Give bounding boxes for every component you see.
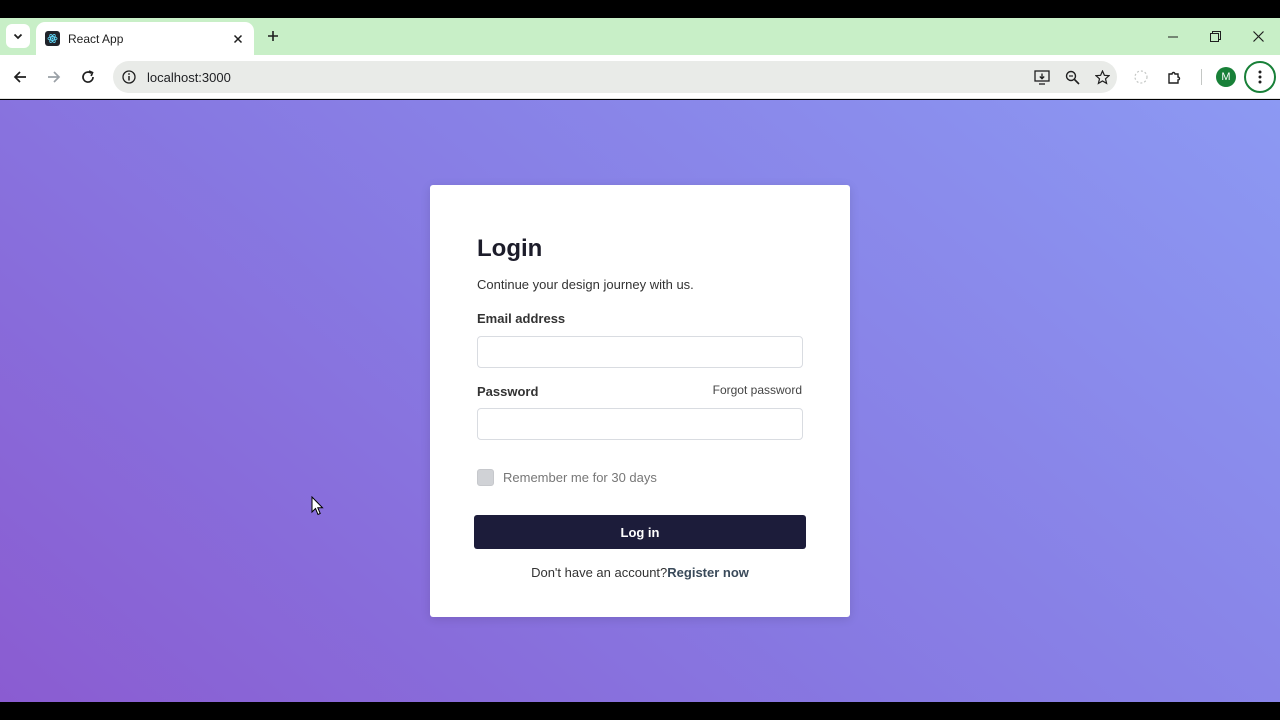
password-label: Password [477, 384, 539, 399]
window-controls [1151, 18, 1280, 55]
back-button[interactable] [6, 63, 34, 91]
browser-toolbar: localhost:3000 M [0, 55, 1280, 99]
reload-icon [82, 70, 94, 83]
restore-button[interactable] [1194, 18, 1237, 55]
forgot-password-link[interactable]: Forgot password [713, 383, 802, 397]
address-bar[interactable]: localhost:3000 [113, 61, 1117, 93]
new-tab-button[interactable] [262, 25, 284, 47]
kebab-menu-icon [1258, 70, 1262, 84]
install-app-icon[interactable] [1027, 62, 1057, 92]
browser-menu-button[interactable] [1244, 61, 1276, 93]
login-subtitle: Continue your design journey with us. [477, 277, 694, 292]
remember-me-row: Remember me for 30 days [477, 469, 657, 486]
register-prompt-text: Don't have an account? [531, 565, 668, 580]
close-icon [233, 34, 243, 43]
toolbar-separator [1201, 69, 1202, 85]
tab-title: React App [68, 31, 124, 46]
tab-close-button[interactable] [230, 31, 246, 47]
email-field[interactable] [477, 336, 803, 368]
url-text[interactable]: localhost:3000 [147, 70, 1027, 85]
tab-search-button[interactable] [6, 24, 30, 48]
bookmark-star-icon[interactable] [1087, 62, 1117, 92]
close-icon [1253, 31, 1264, 42]
arrow-left-icon [13, 71, 26, 83]
mouse-cursor-icon [311, 496, 324, 516]
top-letterbox [0, 0, 1280, 18]
react-favicon-icon [45, 31, 60, 46]
remember-me-checkbox[interactable] [477, 469, 494, 486]
chevron-down-icon [13, 33, 23, 40]
reload-button[interactable] [74, 63, 102, 91]
forward-button[interactable] [40, 63, 68, 91]
minimize-icon [1167, 36, 1178, 37]
tab-strip: React App [0, 18, 1280, 55]
register-prompt: Don't have an account?Register now [430, 565, 850, 580]
close-window-button[interactable] [1237, 18, 1280, 55]
zoom-icon[interactable] [1057, 62, 1087, 92]
password-field[interactable] [477, 408, 803, 440]
tab-react-app[interactable]: React App [36, 22, 254, 55]
page-viewport: Login Continue your design journey with … [0, 100, 1280, 702]
minimize-button[interactable] [1151, 18, 1194, 55]
register-link[interactable]: Register now [667, 565, 749, 580]
page-title: Login [477, 235, 543, 262]
plus-icon [268, 31, 278, 41]
profile-avatar[interactable]: M [1216, 67, 1236, 87]
extensions-puzzle-icon[interactable] [1160, 62, 1190, 92]
login-button[interactable]: Log in [474, 515, 806, 549]
site-info-icon[interactable] [121, 69, 137, 85]
login-card: Login Continue your design journey with … [430, 185, 850, 617]
email-label: Email address [477, 311, 566, 326]
extension-pinned-icon[interactable] [1126, 62, 1156, 92]
arrow-right-icon [48, 71, 61, 83]
remember-me-label[interactable]: Remember me for 30 days [503, 470, 657, 485]
restore-icon [1210, 31, 1221, 42]
bottom-letterbox [0, 702, 1280, 720]
